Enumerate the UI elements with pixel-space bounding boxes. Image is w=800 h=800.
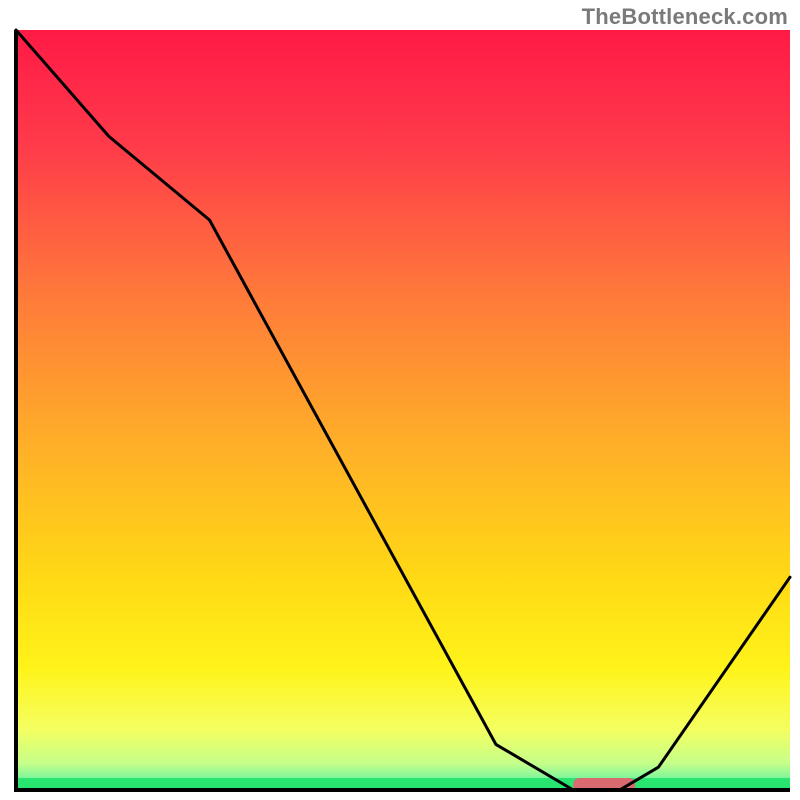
plot-background	[16, 30, 790, 790]
chart-svg	[0, 0, 800, 800]
chart-container: TheBottleneck.com	[0, 0, 800, 800]
